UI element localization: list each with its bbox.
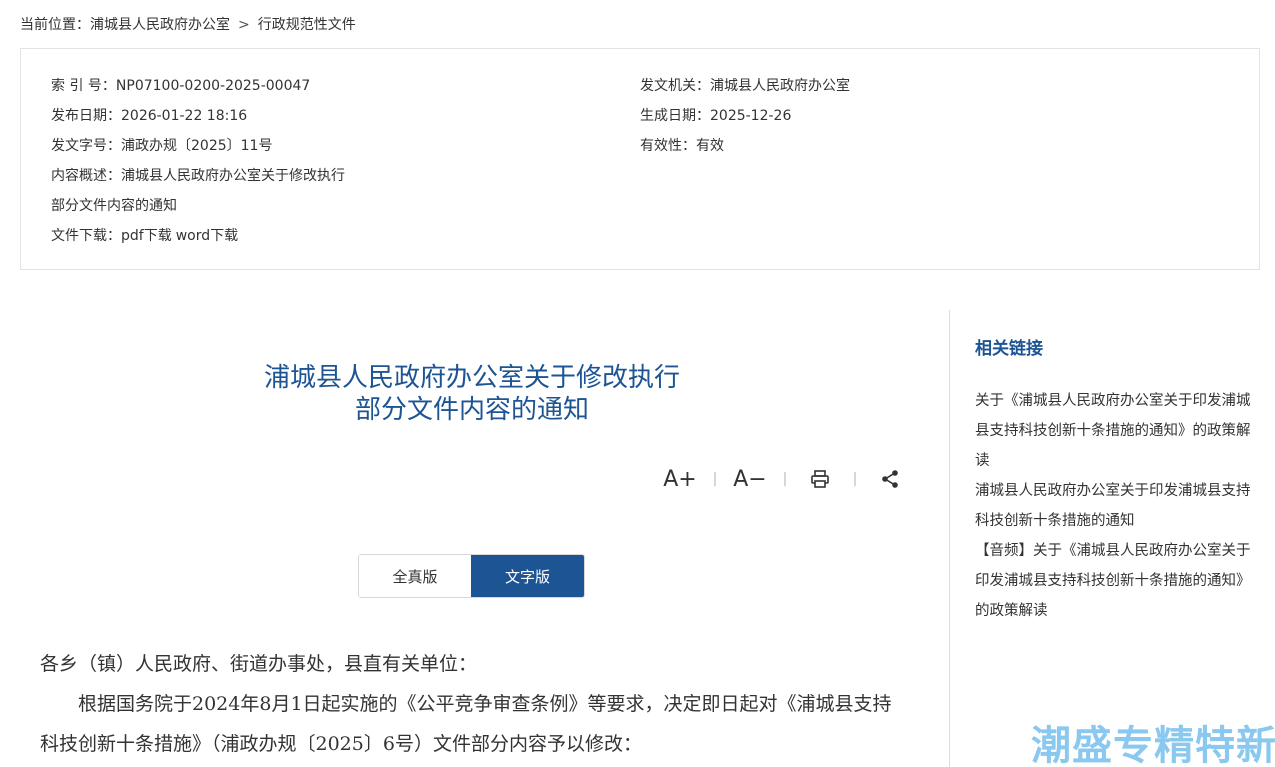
meta-column-left: 索 引 号：NP07100-0200-2025-00047 发布日期：2026-…	[51, 71, 345, 251]
meta-validity: 有效性：有效	[640, 138, 724, 154]
toolbar-separator: |	[782, 471, 788, 487]
version-switch: 全真版 文字版	[358, 554, 585, 598]
related-links-list: 关于《浦城县人民政府办公室关于印发浦城县支持科技创新十条措施的通知》的政策解读 …	[975, 386, 1253, 626]
meta-column-right: 发文机关：浦城县人民政府办公室 生成日期：2025-12-26 有效性：有效	[640, 71, 850, 161]
print-button[interactable]	[800, 462, 840, 496]
meta-issuing-agency: 发文机关：浦城县人民政府办公室	[640, 78, 850, 94]
meta-summary: 内容概述：浦城县人民政府办公室关于修改执行	[51, 168, 345, 184]
related-link[interactable]: 【音频】关于《浦城县人民政府办公室关于印发浦城县支持科技创新十条措施的通知》的政…	[975, 536, 1253, 626]
breadcrumb: 当前位置：浦城县人民政府办公室 > 行政规范性文件	[20, 15, 356, 35]
related-links-title: 相关链接	[975, 339, 1043, 359]
watermark-text: 潮盛专精特新	[1031, 723, 1275, 767]
printer-icon	[811, 470, 829, 488]
content-divider	[949, 310, 950, 767]
meta-document-number: 发文字号：浦政办规〔2025〕11号	[51, 138, 273, 154]
text-version-tab[interactable]: 文字版	[471, 555, 584, 597]
breadcrumb-item-normative-docs[interactable]: 行政规范性文件	[258, 17, 356, 33]
related-link[interactable]: 关于《浦城县人民政府办公室关于印发浦城县支持科技创新十条措施的通知》的政策解读	[975, 386, 1253, 476]
pdf-download-link[interactable]: pdf下载	[121, 228, 172, 244]
document-meta-panel: 索 引 号：NP07100-0200-2025-00047 发布日期：2026-…	[20, 48, 1260, 270]
breadcrumb-item-office[interactable]: 浦城县人民政府办公室	[90, 17, 230, 33]
breadcrumb-prefix: 当前位置：	[20, 17, 90, 33]
meta-summary-continued: 部分文件内容的通知	[51, 198, 177, 214]
toolbar-separator: |	[712, 471, 718, 487]
reading-toolbar: A+ | A− | |	[660, 462, 910, 496]
meta-publish-date: 发布日期：2026-01-22 18:16	[51, 108, 248, 124]
font-increase-button[interactable]: A+	[660, 462, 700, 496]
full-version-tab[interactable]: 全真版	[359, 555, 471, 597]
document-title: 浦城县人民政府办公室关于修改执行 部分文件内容的通知	[263, 363, 680, 425]
breadcrumb-separator: >	[238, 17, 250, 33]
word-download-link[interactable]: word下载	[176, 228, 238, 244]
meta-created-date: 生成日期：2025-12-26	[640, 108, 792, 124]
related-link[interactable]: 浦城县人民政府办公室关于印发浦城县支持科技创新十条措施的通知	[975, 476, 1253, 536]
document-body: 各乡（镇）人民政府、街道办事处，县直有关单位： 根据国务院于2024年8月1日起…	[40, 644, 906, 764]
body-paragraph: 根据国务院于2024年8月1日起实施的《公平竞争审查条例》等要求，决定即日起对《…	[40, 693, 892, 755]
salutation: 各乡（镇）人民政府、街道办事处，县直有关单位：	[40, 653, 478, 675]
meta-file-download: 文件下载：pdf下载 word下载	[51, 228, 239, 244]
font-decrease-button[interactable]: A−	[730, 462, 770, 496]
share-icon	[882, 470, 898, 488]
meta-index-number: 索 引 号：NP07100-0200-2025-00047	[51, 78, 311, 94]
share-button[interactable]	[870, 462, 910, 496]
toolbar-separator: |	[852, 471, 858, 487]
